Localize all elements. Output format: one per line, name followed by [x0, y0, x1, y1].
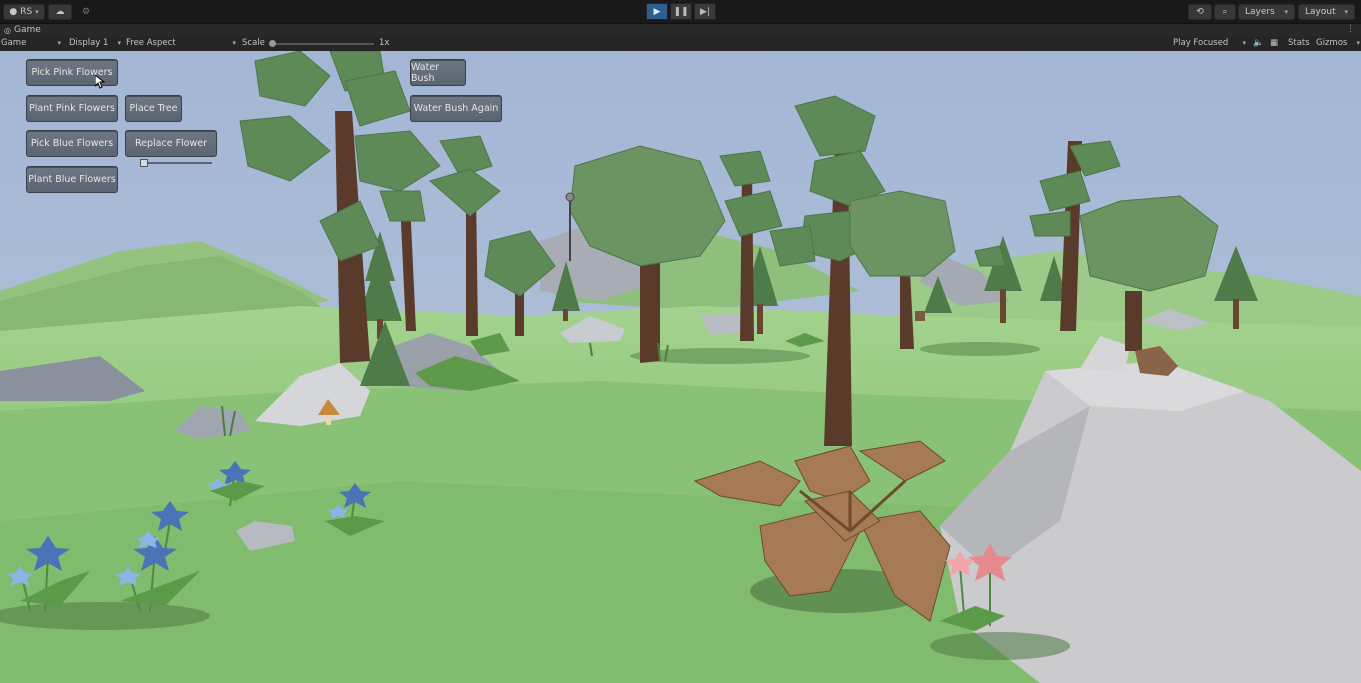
slider-track — [140, 162, 212, 164]
chevron-down-icon: ▾ — [117, 39, 121, 47]
pick-blue-flowers-button[interactable]: Pick Blue Flowers — [26, 130, 118, 157]
shadow — [0, 602, 210, 630]
step-icon: ▶| — [700, 6, 710, 17]
editor-toolbar: ● RS ▾ ☁ ⚙ ▶ ❚❚ ▶| ⟲ ⌕ Layers ▾ Layout ▾ — [0, 0, 1361, 24]
mute-audio-button[interactable]: 🔈 — [1253, 38, 1264, 48]
search-icon: ⌕ — [1222, 7, 1228, 17]
plant-pink-flowers-button[interactable]: Plant Pink Flowers — [26, 95, 118, 122]
replace-flower-button[interactable]: Replace Flower — [125, 130, 217, 157]
slider-handle[interactable] — [140, 159, 148, 167]
tab-game[interactable]: ◎ Game — [4, 25, 41, 35]
chevron-down-icon: ▾ — [1356, 39, 1360, 47]
shortcuts-button[interactable]: ▦ — [1270, 38, 1278, 48]
chevron-down-icon: ▾ — [1284, 8, 1288, 16]
scale-slider-handle[interactable] — [269, 40, 276, 47]
play-button[interactable]: ▶ — [646, 3, 668, 20]
gizmos-dropdown[interactable]: Gizmos ▾ — [1316, 38, 1360, 48]
search-button[interactable]: ⌕ — [1214, 4, 1236, 20]
scale-label: Scale — [242, 38, 265, 48]
water-bush-again-button[interactable]: Water Bush Again — [410, 95, 502, 122]
place-tree-button[interactable]: Place Tree — [125, 95, 182, 122]
speaker-icon: 🔈 — [1253, 38, 1264, 48]
gamepad-icon: ◎ — [4, 25, 11, 35]
scale-value: 1x — [379, 38, 390, 48]
keyboard-icon: ▦ — [1270, 38, 1279, 48]
pause-button[interactable]: ❚❚ — [670, 3, 692, 20]
mouse-cursor-icon — [95, 75, 105, 89]
plant-blue-flowers-button[interactable]: Plant Blue Flowers — [26, 166, 118, 193]
game-view-toolbar: Game ▾ Display 1 ▾ Free Aspect ▾ Scale 1… — [0, 37, 1361, 51]
history-button[interactable]: ⟲ — [1188, 4, 1212, 20]
vertical-slider-gizmo-knob — [565, 192, 575, 202]
shadow — [920, 342, 1040, 356]
game-viewport[interactable]: Pick Pink Flowers Plant Pink Flowers Pla… — [0, 51, 1361, 683]
layout-dropdown[interactable]: Layout ▾ — [1298, 4, 1355, 20]
aspect-dropdown[interactable]: Free Aspect ▾ — [126, 38, 236, 48]
user-icon: ● — [9, 7, 18, 17]
pause-icon: ❚❚ — [673, 6, 689, 17]
chevron-down-icon: ▾ — [232, 39, 236, 47]
chevron-down-icon: ▾ — [1344, 8, 1348, 16]
play-focused-dropdown[interactable]: Play Focused ▾ — [1173, 38, 1246, 48]
playmode-controls: ▶ ❚❚ ▶| — [646, 3, 716, 20]
chevron-down-icon: ▾ — [35, 8, 39, 16]
cloud-icon: ☁ — [55, 7, 65, 17]
collab-button[interactable]: ⚙ — [75, 4, 97, 20]
stats-button[interactable]: Stats — [1288, 38, 1310, 48]
display-dropdown[interactable]: Display 1 ▾ — [69, 38, 121, 48]
play-icon: ▶ — [653, 6, 661, 17]
game-mode-dropdown[interactable]: Game ▾ — [1, 38, 61, 48]
cloud-button[interactable]: ☁ — [48, 4, 72, 20]
account-dropdown[interactable]: ● RS ▾ — [3, 4, 45, 20]
history-icon: ⟲ — [1196, 7, 1204, 17]
scale-slider-track[interactable] — [272, 43, 374, 45]
layers-dropdown[interactable]: Layers ▾ — [1238, 4, 1295, 20]
step-button[interactable]: ▶| — [694, 3, 716, 20]
water-bush-button[interactable]: Water Bush — [410, 59, 466, 86]
collab-icon: ⚙ — [81, 7, 91, 17]
more-options-icon[interactable]: ⋮ — [1346, 24, 1355, 34]
chevron-down-icon: ▾ — [57, 39, 61, 47]
replace-flower-slider[interactable] — [140, 159, 212, 167]
chevron-down-icon: ▾ — [1242, 39, 1246, 47]
shadow — [930, 632, 1070, 660]
game-tab-bar: ◎ Game ⋮ — [0, 24, 1361, 37]
